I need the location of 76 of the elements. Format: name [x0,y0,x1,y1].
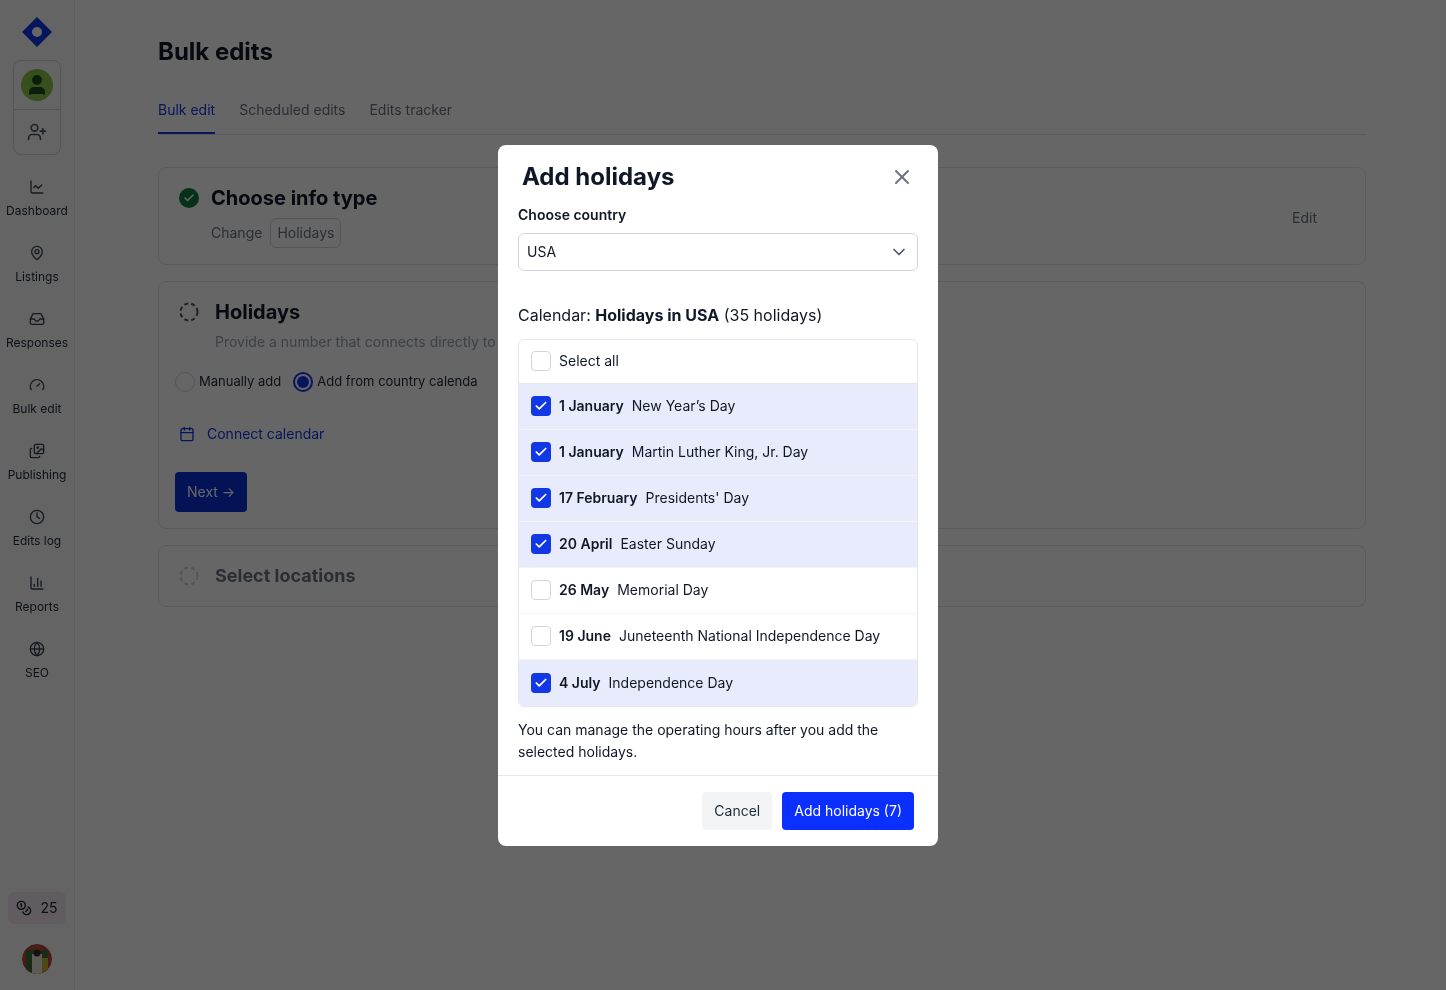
nav-item[interactable]: Edits log [0,509,75,549]
checkbox[interactable] [531,442,551,462]
value-chip: Holidays [270,218,342,248]
radio-option[interactable]: Add from country calenda [293,372,478,392]
page-title: Bulk edits [158,36,274,68]
holiday-name: Memorial Day [617,580,709,600]
add-user-icon[interactable] [27,122,47,142]
holiday-name: Juneteenth National Independence Day [618,626,881,646]
nav-item[interactable]: Publishing [0,443,75,483]
holiday-name: Presidents' Day [645,488,750,508]
nav-item[interactable]: Reports [0,575,75,615]
inbox-icon [29,311,45,327]
nav-item[interactable]: Listings [0,245,75,285]
credits-badge[interactable]: 25 [8,892,66,924]
images-icon [29,443,45,459]
holiday-date: 1 January [559,396,624,416]
holiday-row[interactable]: 1 January New Year’s Day [519,383,917,430]
edit-link[interactable]: Edit [1292,208,1317,228]
next-button[interactable]: Next → [175,472,248,512]
checkbox[interactable] [531,534,551,554]
nav-item[interactable]: Dashboard [0,179,75,219]
step-title: Select locations [215,564,356,588]
calendar-heading: Calendar: Holidays in USA (35 holidays) [518,303,824,327]
holiday-name: New Year’s Day [631,396,736,416]
logo-icon [21,16,53,48]
nav-item[interactable]: SEO [0,641,75,681]
note: You can manage the operating hours after you add the selected holidays. [518,719,880,762]
holiday-row[interactable]: 17 February Presidents' Day [519,475,917,522]
field-label: Choose country [518,204,628,225]
checkbox[interactable] [531,396,551,416]
bar-chart-icon [29,575,45,591]
dialog-title: Add holidays [522,160,675,193]
check-icon [534,491,548,505]
checkbox[interactable] [531,672,551,693]
gauge-icon [29,377,45,393]
holiday-date: 17 February [559,488,638,508]
holiday-name: Independence Day [608,672,734,693]
checkbox[interactable] [531,488,551,508]
avatar[interactable] [21,69,53,101]
country-select[interactable]: USA [518,232,918,271]
checkbox[interactable] [531,626,551,646]
select-all-row[interactable]: Select all [519,339,917,384]
select-all-label: Select all [559,351,619,371]
dashed-circle-icon [179,302,199,322]
holiday-date: 1 January [559,442,624,462]
checkbox[interactable] [531,580,551,600]
map-pin-icon [29,245,45,261]
tab[interactable]: Edits tracker [369,100,453,134]
connect-calendar-link[interactable]: Connect calendar [207,424,325,444]
holiday-date: 4 July [559,672,601,693]
tab[interactable]: Bulk edit [158,100,216,134]
check-icon [534,399,548,413]
line-chart-icon [29,179,45,195]
holiday-date: 20 April [559,534,613,554]
holiday-row[interactable]: 1 January Martin Luther King, Jr. Day [519,429,917,476]
change-label: Change [211,223,263,243]
radio-option[interactable]: Manually add [175,372,282,392]
checkbox[interactable] [531,351,551,371]
holiday-row[interactable]: 20 April Easter Sunday [519,521,917,568]
check-icon [534,445,548,459]
globe-icon [29,641,45,657]
step-title: Choose info type [211,185,378,212]
holiday-date: 19 June [559,626,611,646]
holiday-row[interactable]: 4 July Independence Day [519,659,917,706]
clock-icon [29,509,45,525]
holiday-name: Martin Luther King, Jr. Day [631,442,809,462]
add-holidays-button[interactable]: Add holidays (7) [782,791,914,830]
calendar-icon [179,426,195,442]
holiday-date: 26 May [559,580,610,600]
cancel-button[interactable]: Cancel [702,791,773,830]
nav-item[interactable]: Bulk edit [0,377,75,417]
nav-item[interactable]: Responses [0,311,75,351]
holiday-name: Easter Sunday [620,534,716,554]
step-title: Holidays [215,299,301,326]
check-icon [534,537,548,551]
tab[interactable]: Scheduled edits [239,100,346,134]
